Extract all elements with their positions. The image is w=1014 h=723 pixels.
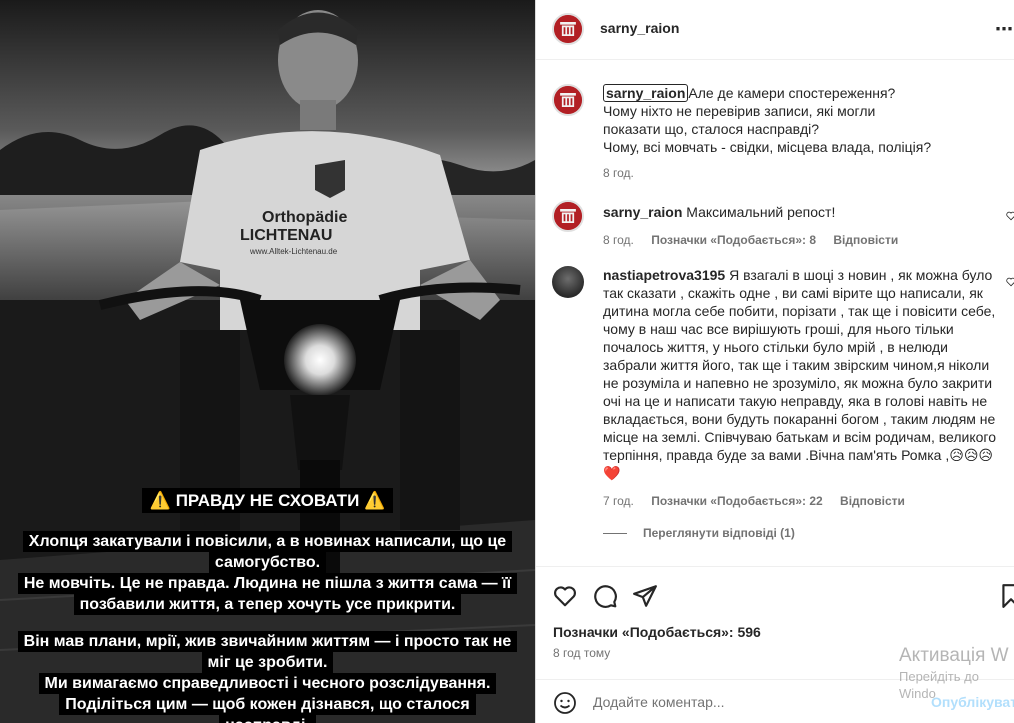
caption-text: Чому, всі мовчать - свідки, місцева влад… xyxy=(603,139,932,155)
caption-username[interactable]: sarny_raion xyxy=(603,84,689,102)
avatar[interactable] xyxy=(552,13,584,45)
comment-username[interactable]: sarny_raion xyxy=(603,204,682,220)
caption-text: показати що, сталося насправді? xyxy=(603,121,820,137)
post-image: Orthopädie LICHTENAU www.Alltek-Lichtena… xyxy=(0,0,535,723)
comment-composer: Додайте коментар... Опублікувати xyxy=(536,679,1014,723)
comment-username[interactable]: nastiapetrova3195 xyxy=(603,267,725,283)
comment-text: Максимальний репост! xyxy=(686,204,836,220)
post-header: sarny_raion ⋯ xyxy=(536,0,1014,60)
story-line: міг це зробити. xyxy=(201,652,334,673)
comment-likes[interactable]: Позначки «Подобається»: 8 xyxy=(651,233,816,247)
reply-button[interactable]: Відповісти xyxy=(833,233,898,247)
story-title: ⚠️ ПРАВДУ НЕ СХОВАТИ ⚠️ xyxy=(141,488,394,513)
story-line: самогубство. xyxy=(208,552,327,573)
comment-input[interactable]: Додайте коментар... xyxy=(593,694,725,710)
story-text-overlay: ⚠️ ПРАВДУ НЕ СХОВАТИ ⚠️ Хлопця закатувал… xyxy=(0,488,535,723)
bookmark-icon[interactable] xyxy=(998,583,1014,609)
caption-time[interactable]: 8 год. xyxy=(603,166,634,180)
comment-heart-icon[interactable] xyxy=(1006,210,1014,222)
likes-count[interactable]: Позначки «Подобається»: 596 xyxy=(553,624,761,640)
story-line: Він мав плани, мрії, жив звичайним життя… xyxy=(17,631,518,652)
action-bar: Позначки «Подобається»: 596 8 год тому Д… xyxy=(536,566,1014,723)
view-replies-label: Переглянути відповіді (1) xyxy=(643,526,795,540)
post-comment-button[interactable]: Опублікувати xyxy=(931,694,1014,710)
avatar[interactable] xyxy=(552,84,584,116)
more-icon[interactable]: ⋯ xyxy=(995,19,1014,40)
share-icon[interactable] xyxy=(632,583,658,609)
avatar[interactable] xyxy=(552,200,584,232)
story-line: Не мовчіть. Це не правда. Людина не пішл… xyxy=(17,573,518,594)
divider xyxy=(603,532,627,534)
header-username[interactable]: sarny_raion xyxy=(600,20,679,36)
caption-text: Але де камери спостереження? xyxy=(688,85,896,101)
headlight xyxy=(284,324,356,396)
reply-button[interactable]: Відповісти xyxy=(840,494,905,508)
comment-heart-icon[interactable] xyxy=(1006,276,1014,288)
post-details-panel: sarny_raion ⋯ sarny_raion Але де камери с… xyxy=(535,0,1014,723)
shirt-text-1: Orthopädie xyxy=(262,209,347,226)
story-line: Поділіться цим — щоб кожен дізнався, що … xyxy=(59,694,476,715)
story-line: позбавили життя, а тепер хочуть усе прик… xyxy=(73,594,462,615)
shirt-text-2: LICHTENAU xyxy=(240,227,332,244)
shirt-text-3: www.Alltek-Lichtenau.de xyxy=(249,247,338,256)
post-time: 8 год тому xyxy=(553,646,611,660)
comment-likes[interactable]: Позначки «Подобається»: 22 xyxy=(651,494,822,508)
comment-time[interactable]: 8 год. xyxy=(603,233,634,247)
story-line: насправді. xyxy=(219,715,316,723)
view-replies-button[interactable]: Переглянути відповіді (1) xyxy=(603,526,795,540)
heart-icon[interactable] xyxy=(552,583,578,609)
story-line: Хлопця закатували і повісили, а в новина… xyxy=(22,531,513,552)
comment-icon[interactable] xyxy=(592,583,618,609)
comment-text: Я взагалі в шоці з новин , як можна було… xyxy=(603,267,996,481)
smile-icon[interactable] xyxy=(553,691,577,715)
comment-time[interactable]: 7 год. xyxy=(603,494,634,508)
avatar[interactable] xyxy=(552,266,584,298)
caption-text: Чому ніхто не перевірив записи, які могл… xyxy=(603,103,876,119)
story-line: Ми вимагаємо справедливості і чесного ро… xyxy=(38,673,497,694)
